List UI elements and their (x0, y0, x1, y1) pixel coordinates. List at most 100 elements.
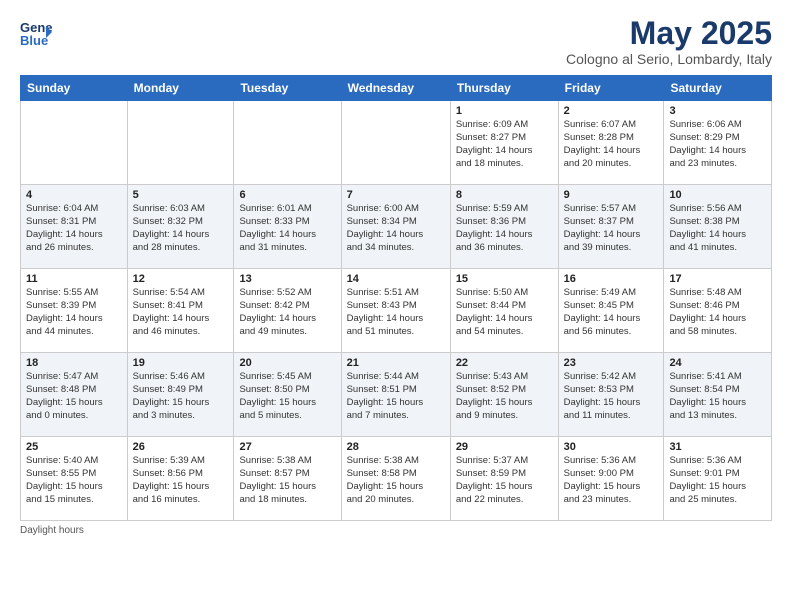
footer-note: Daylight hours (20, 525, 772, 536)
day-info: Sunrise: 5:49 AMSunset: 8:45 PMDaylight:… (564, 287, 659, 338)
day-number: 9 (564, 189, 659, 201)
day-info: Sunrise: 6:03 AMSunset: 8:32 PMDaylight:… (133, 203, 229, 254)
table-row: 2Sunrise: 6:07 AMSunset: 8:28 PMDaylight… (558, 101, 664, 185)
svg-text:Blue: Blue (20, 33, 48, 48)
subtitle: Cologno al Serio, Lombardy, Italy (566, 51, 772, 67)
day-number: 23 (564, 357, 659, 369)
table-row: 28 Sunrise: 5:38 AMSunset: 8:58 PMDayligh… (341, 437, 450, 521)
col-sunday: Sunday (21, 76, 128, 101)
day-number: 24 (669, 357, 766, 369)
logo: General Blue (20, 16, 52, 48)
day-number: 3 (669, 105, 766, 117)
table-row: 6 Sunrise: 6:01 AMSunset: 8:33 PMDaylight… (234, 185, 341, 269)
table-row: 24 Sunrise: 5:41 AMSunset: 8:54 PMDayligh… (664, 353, 772, 437)
day-info: Sunrise: 5:45 AMSunset: 8:50 PMDaylight:… (239, 371, 335, 422)
calendar-week-row: 25Sunrise: 5:40 AMSunset: 8:55 PMDayligh… (21, 437, 772, 521)
table-row: 12 Sunrise: 5:54 AMSunset: 8:41 PMDayligh… (127, 269, 234, 353)
calendar-week-row: 18Sunrise: 5:47 AMSunset: 8:48 PMDayligh… (21, 353, 772, 437)
day-info: Sunrise: 6:04 AMSunset: 8:31 PMDaylight:… (26, 203, 122, 254)
table-row: 10Sunrise: 5:56 AMSunset: 8:38 PMDayligh… (664, 185, 772, 269)
day-number: 28 (347, 441, 445, 453)
table-row: 9 Sunrise: 5:57 AMSunset: 8:37 PMDaylight… (558, 185, 664, 269)
day-info: Sunrise: 5:55 AMSunset: 8:39 PMDaylight:… (26, 287, 122, 338)
table-row: 20Sunrise: 5:45 AMSunset: 8:50 PMDayligh… (234, 353, 341, 437)
day-number: 10 (669, 189, 766, 201)
day-number: 15 (456, 273, 553, 285)
day-number: 25 (26, 441, 122, 453)
day-info: Sunrise: 5:42 AMSunset: 8:53 PMDaylight:… (564, 371, 659, 422)
calendar-week-row: 1Sunrise: 6:09 AMSunset: 8:27 PMDaylight… (21, 101, 772, 185)
day-number: 2 (564, 105, 659, 117)
day-info: Sunrise: 5:54 AMSunset: 8:41 PMDaylight:… (133, 287, 229, 338)
page: General Blue May 2025 Cologno al Serio, … (0, 0, 792, 548)
col-saturday: Saturday (664, 76, 772, 101)
day-info: Sunrise: 5:48 AMSunset: 8:46 PMDaylight:… (669, 287, 766, 338)
col-wednesday: Wednesday (341, 76, 450, 101)
calendar-week-row: 4 Sunrise: 6:04 AMSunset: 8:31 PMDaylight… (21, 185, 772, 269)
day-info: Sunrise: 6:09 AMSunset: 8:27 PMDaylight:… (456, 119, 553, 170)
day-number: 12 (133, 273, 229, 285)
col-monday: Monday (127, 76, 234, 101)
title-block: May 2025 Cologno al Serio, Lombardy, Ita… (566, 16, 772, 67)
logo-icon: General Blue (20, 16, 52, 48)
day-number: 7 (347, 189, 445, 201)
day-number: 13 (239, 273, 335, 285)
table-row: 27Sunrise: 5:38 AMSunset: 8:57 PMDayligh… (234, 437, 341, 521)
day-number: 29 (456, 441, 553, 453)
table-row: 25Sunrise: 5:40 AMSunset: 8:55 PMDayligh… (21, 437, 128, 521)
col-tuesday: Tuesday (234, 76, 341, 101)
day-number: 11 (26, 273, 122, 285)
day-number: 26 (133, 441, 229, 453)
day-info: Sunrise: 5:57 AMSunset: 8:37 PMDaylight:… (564, 203, 659, 254)
table-row: 8Sunrise: 5:59 AMSunset: 8:36 PMDaylight… (450, 185, 558, 269)
day-info: Sunrise: 6:06 AMSunset: 8:29 PMDaylight:… (669, 119, 766, 170)
day-info: Sunrise: 5:38 AMSunset: 8:57 PMDaylight:… (239, 455, 335, 506)
table-row (234, 101, 341, 185)
calendar: Sunday Monday Tuesday Wednesday Thursday… (20, 75, 772, 521)
table-row: 26 Sunrise: 5:39 AMSunset: 8:56 PMDayligh… (127, 437, 234, 521)
day-info: Sunrise: 5:36 AMSunset: 9:00 PMDaylight:… (564, 455, 659, 506)
day-info: Sunrise: 6:01 AMSunset: 8:33 PMDaylight:… (239, 203, 335, 254)
day-info: Sunrise: 5:44 AMSunset: 8:51 PMDaylight:… (347, 371, 445, 422)
table-row: 18Sunrise: 5:47 AMSunset: 8:48 PMDayligh… (21, 353, 128, 437)
table-row: 23 Sunrise: 5:42 AMSunset: 8:53 PMDayligh… (558, 353, 664, 437)
table-row: 4 Sunrise: 6:04 AMSunset: 8:31 PMDaylight… (21, 185, 128, 269)
table-row: 21 Sunrise: 5:44 AMSunset: 8:51 PMDayligh… (341, 353, 450, 437)
day-number: 22 (456, 357, 553, 369)
day-number: 16 (564, 273, 659, 285)
day-number: 31 (669, 441, 766, 453)
day-info: Sunrise: 5:36 AMSunset: 9:01 PMDaylight:… (669, 455, 766, 506)
day-number: 14 (347, 273, 445, 285)
table-row: 19Sunrise: 5:46 AMSunset: 8:49 PMDayligh… (127, 353, 234, 437)
day-number: 30 (564, 441, 659, 453)
day-info: Sunrise: 5:39 AMSunset: 8:56 PMDaylight:… (133, 455, 229, 506)
table-row: 11 Sunrise: 5:55 AMSunset: 8:39 PMDayligh… (21, 269, 128, 353)
day-info: Sunrise: 5:43 AMSunset: 8:52 PMDaylight:… (456, 371, 553, 422)
table-row: 22 Sunrise: 5:43 AMSunset: 8:52 PMDayligh… (450, 353, 558, 437)
table-row: 5 Sunrise: 6:03 AMSunset: 8:32 PMDaylight… (127, 185, 234, 269)
day-number: 8 (456, 189, 553, 201)
day-info: Sunrise: 5:46 AMSunset: 8:49 PMDaylight:… (133, 371, 229, 422)
table-row: 3 Sunrise: 6:06 AMSunset: 8:29 PMDaylight… (664, 101, 772, 185)
table-row: 29Sunrise: 5:37 AMSunset: 8:59 PMDayligh… (450, 437, 558, 521)
calendar-week-row: 11 Sunrise: 5:55 AMSunset: 8:39 PMDayligh… (21, 269, 772, 353)
day-number: 17 (669, 273, 766, 285)
main-title: May 2025 (566, 16, 772, 51)
day-info: Sunrise: 5:41 AMSunset: 8:54 PMDaylight:… (669, 371, 766, 422)
day-info: Sunrise: 5:38 AMSunset: 8:58 PMDaylight:… (347, 455, 445, 506)
table-row (127, 101, 234, 185)
day-number: 21 (347, 357, 445, 369)
table-row: 14 Sunrise: 5:51 AMSunset: 8:43 PMDayligh… (341, 269, 450, 353)
table-row: 15 Sunrise: 5:50 AMSunset: 8:44 PMDayligh… (450, 269, 558, 353)
day-info: Sunrise: 5:51 AMSunset: 8:43 PMDaylight:… (347, 287, 445, 338)
day-number: 5 (133, 189, 229, 201)
day-info: Sunrise: 6:00 AMSunset: 8:34 PMDaylight:… (347, 203, 445, 254)
day-number: 6 (239, 189, 335, 201)
table-row: 16 Sunrise: 5:49 AMSunset: 8:45 PMDayligh… (558, 269, 664, 353)
table-row (341, 101, 450, 185)
header: General Blue May 2025 Cologno al Serio, … (20, 16, 772, 67)
table-row: 13Sunrise: 5:52 AMSunset: 8:42 PMDayligh… (234, 269, 341, 353)
table-row: 31 Sunrise: 5:36 AMSunset: 9:01 PMDayligh… (664, 437, 772, 521)
day-number: 4 (26, 189, 122, 201)
day-info: Sunrise: 5:50 AMSunset: 8:44 PMDaylight:… (456, 287, 553, 338)
